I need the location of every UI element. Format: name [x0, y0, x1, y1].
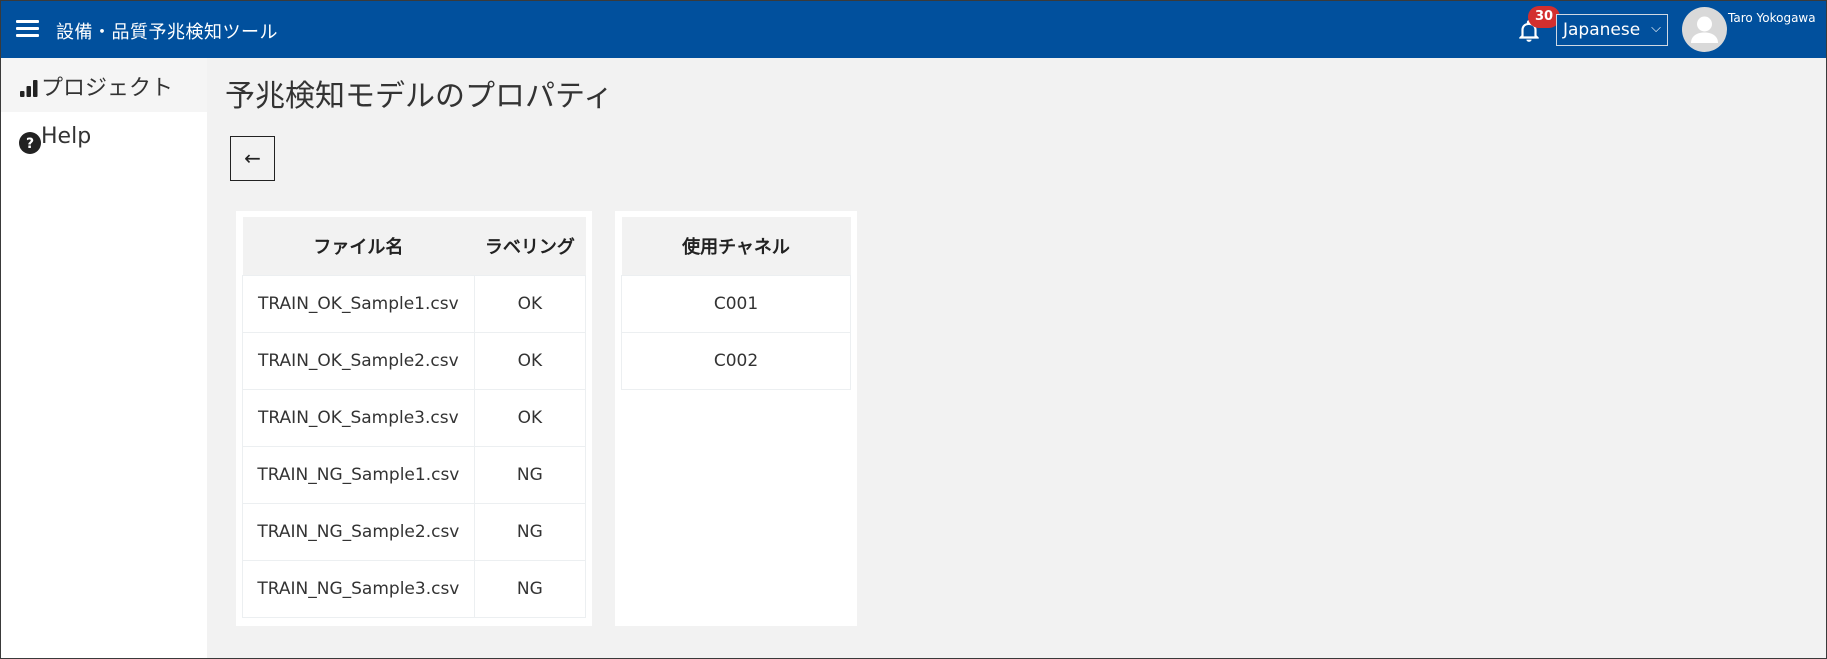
chevron-down-icon: ⌵: [1651, 21, 1661, 36]
label-cell: NG: [473, 446, 587, 504]
user-avatar[interactable]: [1682, 7, 1727, 52]
training-files-panel: ファイル名 ラベリング TRAIN_OK_Sample1.csv OK TRAI…: [236, 211, 592, 626]
column-header-labeling[interactable]: ラベリング: [474, 217, 586, 276]
file-name-cell: TRAIN_OK_Sample2.csv: [242, 332, 475, 390]
file-name-cell: TRAIN_OK_Sample1.csv: [242, 275, 475, 333]
sidebar-item-project[interactable]: プロジェクト: [1, 58, 207, 112]
help-circle-icon: ?: [19, 132, 41, 158]
svg-text:?: ?: [26, 136, 34, 152]
table-row[interactable]: TRAIN_OK_Sample3.csv OK: [242, 389, 587, 447]
table-row[interactable]: TRAIN_NG_Sample3.csv NG: [242, 560, 587, 618]
channels-table: 使用チャネル C001 C002: [621, 217, 851, 390]
app-title: 設備・品質予兆検知ツール: [56, 22, 278, 43]
file-name-cell: TRAIN_NG_Sample1.csv: [242, 446, 475, 504]
table-row[interactable]: C001: [621, 275, 851, 333]
label-cell: NG: [473, 560, 587, 618]
table-row[interactable]: TRAIN_NG_Sample2.csv NG: [242, 503, 587, 561]
label-cell: OK: [473, 389, 587, 447]
table-row[interactable]: TRAIN_OK_Sample2.csv OK: [242, 332, 587, 390]
file-name-cell: TRAIN_NG_Sample2.csv: [242, 503, 475, 561]
channel-cell: C001: [621, 275, 851, 333]
back-button[interactable]: ←: [230, 136, 275, 181]
sidebar-item-label: Help: [41, 124, 92, 149]
bar-chart-icon: [19, 78, 39, 102]
table-row[interactable]: TRAIN_NG_Sample1.csv NG: [242, 446, 587, 504]
table-header-row: ファイル名 ラベリング: [242, 217, 586, 276]
language-select[interactable]: Japanese ⌵: [1556, 14, 1668, 46]
column-header-file-name[interactable]: ファイル名: [242, 217, 475, 276]
app-window: 設備・品質予兆検知ツール 30 Japanese ⌵ Taro Yokogawa: [0, 0, 1827, 659]
table-row[interactable]: TRAIN_OK_Sample1.csv OK: [242, 275, 587, 333]
label-cell: OK: [473, 275, 587, 333]
top-bar: 設備・品質予兆検知ツール 30 Japanese ⌵ Taro Yokogawa: [1, 1, 1826, 58]
column-header-channels[interactable]: 使用チャネル: [621, 217, 851, 276]
sidebar-item-label: プロジェクト: [41, 76, 174, 101]
label-cell: NG: [473, 503, 587, 561]
sidebar: プロジェクト ? Help: [1, 58, 207, 658]
channel-cell: C002: [621, 332, 851, 390]
user-name: Taro Yokogawa: [1728, 11, 1816, 25]
file-name-cell: TRAIN_NG_Sample3.csv: [242, 560, 475, 618]
sidebar-item-help[interactable]: ? Help: [1, 112, 207, 166]
page-title: 予兆検知モデルのプロパティ: [225, 79, 614, 114]
training-files-table: ファイル名 ラベリング TRAIN_OK_Sample1.csv OK TRAI…: [242, 217, 587, 618]
table-row[interactable]: C002: [621, 332, 851, 390]
channels-panel: 使用チャネル C001 C002: [615, 211, 857, 626]
table-header-row: 使用チャネル: [621, 217, 851, 276]
file-name-cell: TRAIN_OK_Sample3.csv: [242, 389, 475, 447]
language-select-value: Japanese: [1563, 20, 1641, 40]
label-cell: OK: [473, 332, 587, 390]
hamburger-menu-icon[interactable]: [16, 20, 39, 38]
